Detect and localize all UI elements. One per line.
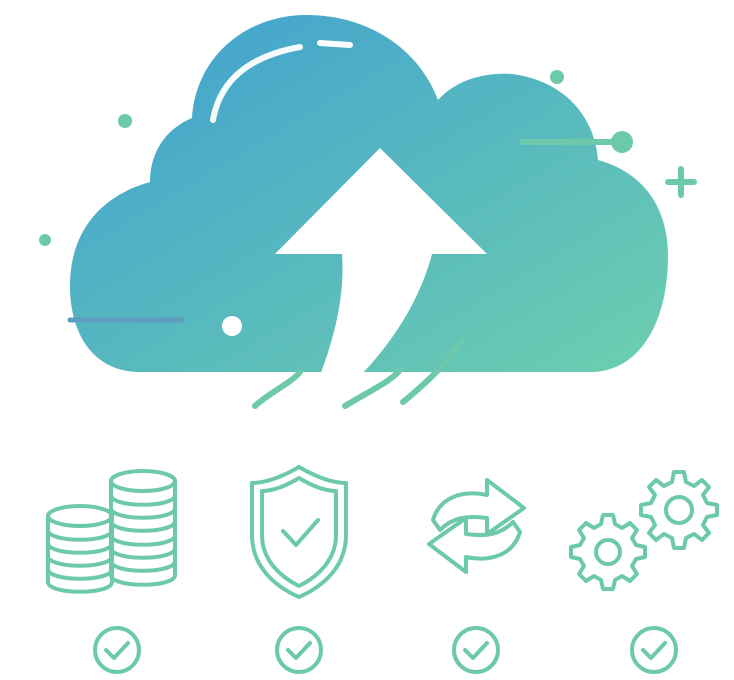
decor-dot [39, 234, 51, 246]
cloud-upload-illustration [39, 15, 719, 674]
check-circle-icon [275, 626, 323, 674]
check-circle-icon [452, 626, 500, 674]
cloud-highlight-dash [317, 40, 353, 48]
decor-dot [550, 70, 564, 84]
sync-arrows-icon [427, 478, 526, 574]
shield-check-icon [250, 465, 348, 599]
decor-dot-white [222, 316, 242, 336]
gears-icon [569, 470, 719, 591]
sparkle-icon [665, 166, 697, 198]
motion-swoosh [252, 369, 303, 409]
decor-node [611, 131, 633, 153]
check-circle-icon [630, 626, 678, 674]
check-circle-icon [93, 626, 141, 674]
coin-stack-icon [46, 469, 177, 594]
decor-dot [118, 114, 132, 128]
cloud-upload-icon [39, 15, 697, 409]
